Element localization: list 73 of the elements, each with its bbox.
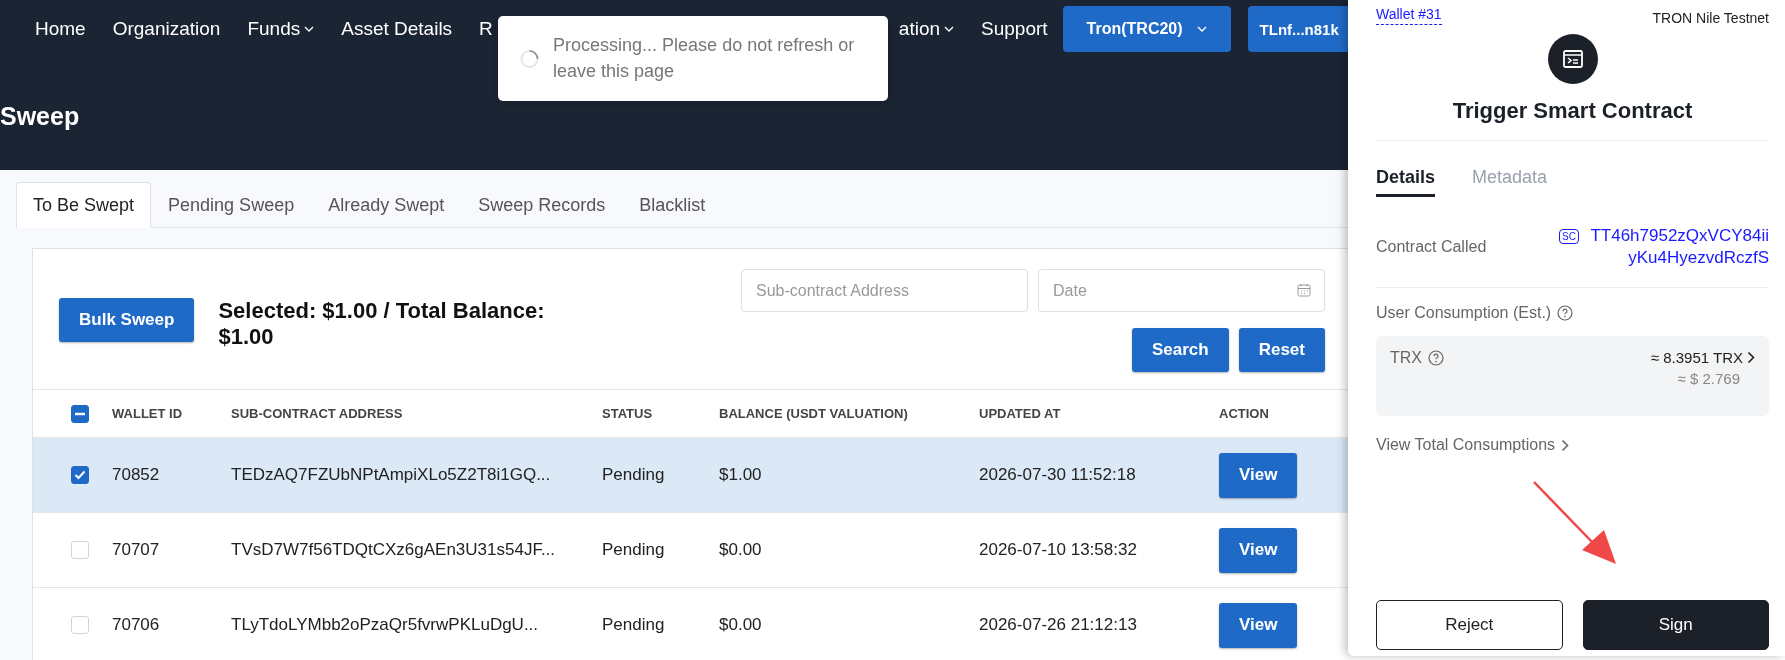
tab[interactable]: Pending Sweep	[151, 182, 312, 228]
token-label: TRX	[1390, 349, 1422, 368]
tab[interactable]: To Be Swept	[16, 182, 152, 228]
address-field[interactable]: Sub-contract Address	[741, 269, 1028, 312]
contract-badge: SC	[1559, 229, 1579, 244]
toast-message: Processing... Please do not refresh or leave this page	[553, 34, 856, 83]
sign-button[interactable]: Sign	[1582, 600, 1769, 650]
help-icon	[1428, 350, 1444, 367]
network-label: TRON Nile Testnet	[1652, 9, 1769, 26]
account-button[interactable]: TLnf...n81k	[1247, 6, 1351, 52]
view-button[interactable]: View	[1219, 527, 1298, 573]
chevron-right-icon	[1561, 438, 1570, 452]
usd-amount: ≈ $ 2.769	[1677, 370, 1740, 388]
table-cell-text: 2026-07-10 13:58:32	[979, 540, 1138, 560]
contract-address-link[interactable]: TT46h7952zQxVCY84iiyKu4HyezvdRczfS	[1587, 225, 1769, 270]
balance-summary: Selected: $1.00 / Total Balance: $1.00	[218, 298, 546, 351]
table-cell-text: TVsD7W7f56TDQtCXz6gAEn3U31s54JF...	[231, 540, 557, 560]
reject-button[interactable]: Reject	[1376, 600, 1563, 650]
view-button[interactable]: View	[1219, 602, 1298, 648]
help-icon	[1557, 305, 1574, 322]
page-title: Sweep	[0, 102, 80, 131]
view-total-link[interactable]: View Total Consumptions	[1376, 436, 1769, 455]
date-field[interactable]: Date	[1038, 269, 1325, 312]
search-button[interactable]: Search	[1132, 328, 1229, 372]
tab[interactable]: Blacklist	[622, 182, 723, 228]
trx-amount: ≈ 8.3951 TRX	[1650, 349, 1743, 367]
caret-icon	[304, 26, 315, 32]
caret-icon	[1196, 26, 1207, 32]
table-cell-text: TLyTdoLYMbb2oPzaQr5fvrwPKLuDgU...	[231, 615, 540, 635]
table-cell-text: $0.00	[719, 540, 763, 560]
minus-icon	[75, 411, 85, 416]
nav-link[interactable]: Funds	[247, 18, 315, 40]
nav-link[interactable]: Home	[35, 18, 86, 40]
calendar-icon	[1297, 283, 1311, 297]
tab[interactable]: Sweep Records	[461, 182, 623, 228]
table-cell-text: Pending	[602, 465, 666, 485]
column-header: STATUS	[602, 406, 654, 421]
select-all-checkbox[interactable]	[71, 404, 89, 423]
column-header: BALANCE (USDT VALUATION)	[719, 406, 909, 421]
check-icon	[74, 470, 86, 480]
column-header: WALLET ID	[112, 406, 184, 421]
popup-tab[interactable]: Details	[1376, 167, 1436, 197]
column-header: ACTION	[1219, 406, 1270, 421]
popup-title: Trigger Smart Contract	[1452, 98, 1693, 124]
nav-link[interactable]: Organization	[112, 18, 221, 40]
contract-icon	[1547, 34, 1598, 84]
row-checkbox[interactable]	[71, 466, 89, 484]
column-header: UPDATED AT	[979, 406, 1062, 421]
network-button[interactable]: Tron(TRC20)	[1062, 6, 1231, 52]
table-cell-text: 2026-07-26 21:12:13	[979, 615, 1138, 635]
table-cell-text: $0.00	[719, 615, 763, 635]
table-cell-text: $1.00	[719, 465, 763, 485]
table-cell-text: Pending	[602, 540, 666, 560]
table-cell-text: 70852	[112, 465, 161, 485]
column-header: SUB-CONTRACT ADDRESS	[231, 406, 404, 421]
caret-icon	[944, 26, 955, 32]
contract-label: Contract Called	[1376, 238, 1487, 257]
nav-link[interactable]: ation	[898, 18, 955, 40]
table-cell-text: TEDzAQ7FZUbNPtAmpiXLo5Z2T8i1GQ...	[231, 465, 552, 485]
wallet-link[interactable]: Wallet #31	[1376, 6, 1442, 25]
reset-button[interactable]: Reset	[1238, 328, 1325, 372]
nav-link[interactable]: R	[479, 18, 493, 40]
table-cell-text: 2026-07-30 11:52:18	[979, 465, 1137, 485]
view-button[interactable]: View	[1219, 452, 1298, 498]
table-cell-text: 70706	[112, 615, 161, 635]
bulk-sweep-button[interactable]: Bulk Sweep	[59, 298, 195, 342]
nav-link[interactable]: Support	[981, 18, 1048, 40]
nav-link[interactable]: Asset Details	[341, 18, 453, 40]
table-cell-text: 70707	[112, 540, 161, 560]
tab[interactable]: Already Swept	[311, 182, 462, 228]
chevron-right-icon	[1747, 351, 1755, 365]
table-cell-text: Pending	[602, 615, 666, 635]
consumption-label: User Consumption (Est.)	[1376, 304, 1552, 323]
